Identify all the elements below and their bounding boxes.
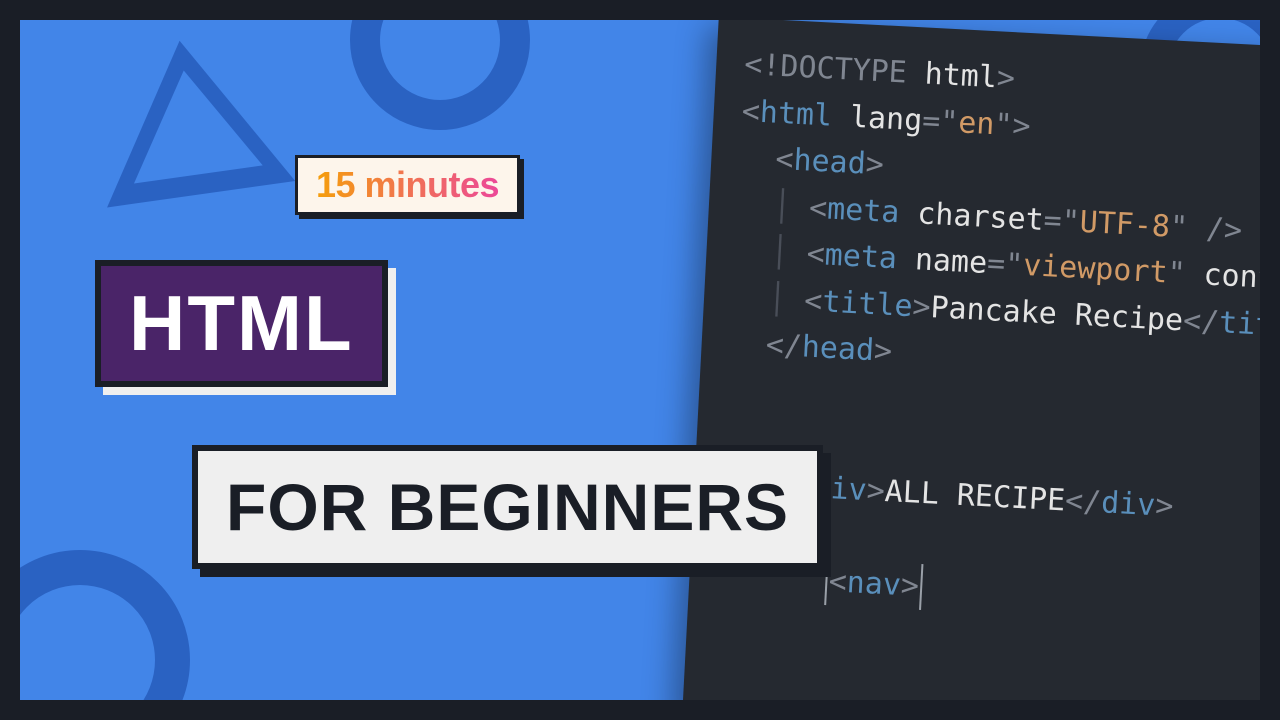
subtitle-badge: FOR BEGINNERS [192, 445, 823, 569]
decor-triangle [102, 39, 279, 190]
text-cursor: <nav> [825, 559, 924, 610]
time-badge-text: 15 minutes [316, 164, 499, 205]
decor-circle-top [350, 20, 530, 130]
code-editor: <!DOCTYPE html> <html lang="en"> <head> … [682, 20, 1260, 700]
title-badge: HTML [95, 260, 388, 387]
decor-circle-bottom [20, 550, 190, 700]
time-badge: 15 minutes [295, 155, 520, 215]
